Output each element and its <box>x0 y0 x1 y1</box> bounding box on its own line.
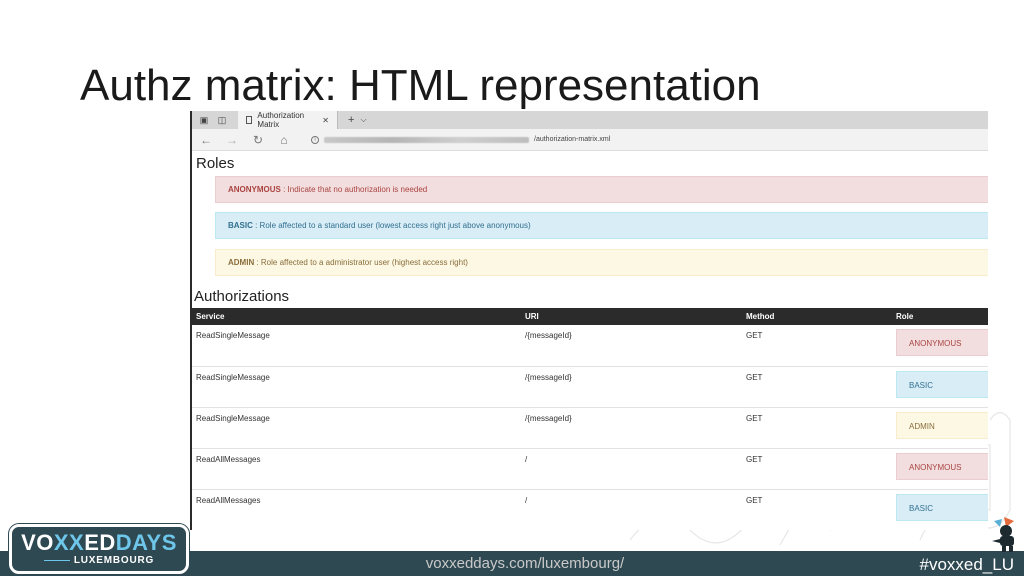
role-badge: ANONYMOUS <box>896 452 988 480</box>
role-badge: ANONYMOUS <box>896 329 988 356</box>
cell-role: BASIC <box>892 489 988 530</box>
table-row: ReadAllMessages / GET ANONYMOUS <box>192 448 988 490</box>
role-badge: BASIC <box>896 370 988 398</box>
column-header-service: Service <box>196 312 225 321</box>
cell-method: GET <box>742 366 892 408</box>
logo-subline: LUXEMBOURG <box>43 555 155 566</box>
browser-tab-bar: ▣ ◫ Authorization Matrix ✕ + ⌵ <box>192 111 988 129</box>
role-name: BASIC <box>228 221 253 230</box>
voxxed-days-logo: VOXXEDDAYS LUXEMBOURG <box>9 524 189 574</box>
cell-method: GET <box>742 489 892 530</box>
mascot-icon <box>992 517 1014 552</box>
table-row: ReadSingleMessage /{messageId} GET ADMIN <box>192 407 988 449</box>
cell-role: BASIC <box>892 366 988 408</box>
table-row: ReadSingleMessage /{messageId} GET BASIC <box>192 366 988 408</box>
table-header-row: Service URI Method Role <box>192 308 988 325</box>
url-path: /authorization-matrix.xml <box>534 136 611 143</box>
role-badge: ADMIN <box>896 411 988 439</box>
column-header-method: Method <box>746 312 775 321</box>
cell-role: ANONYMOUS <box>892 325 988 367</box>
tab-dropdown-icon[interactable]: ⌵ <box>360 115 366 125</box>
page-icon <box>246 116 253 124</box>
forward-arrow-icon[interactable]: → <box>225 133 239 147</box>
role-box-anonymous: ANONYMOUS : Indicate that no authorizati… <box>215 176 988 203</box>
cell-method: GET <box>742 407 892 449</box>
tab-set-aside-icon[interactable]: ◫ <box>216 115 228 125</box>
cell-uri: /{messageId} <box>521 325 742 367</box>
tab-preview-icon[interactable]: ▣ <box>198 115 210 125</box>
logo-wordmark: VOXXEDDAYS <box>21 532 177 554</box>
logo-part-accent: XX <box>53 530 85 555</box>
url-blurred-segment <box>324 136 529 143</box>
cell-service: ReadSingleMessage <box>192 407 521 449</box>
role-description: : Indicate that no authorization is need… <box>280 185 428 194</box>
cell-method: GET <box>742 325 892 367</box>
tab-close-icon[interactable]: ✕ <box>322 116 329 125</box>
refresh-icon[interactable]: ↻ <box>251 133 265 147</box>
url-field[interactable]: i /authorization-matrix.xml <box>311 132 988 148</box>
slide-title: Authz matrix: HTML representation <box>80 61 761 110</box>
logo-rule <box>43 560 70 561</box>
address-bar: ← → ↻ ⌂ i /authorization-matrix.xml <box>192 129 988 151</box>
table-row: ReadAllMessages / GET BASIC <box>192 489 988 530</box>
cell-service: ReadAllMessages <box>192 448 521 490</box>
logo-subtitle: LUXEMBOURG <box>73 555 155 566</box>
role-description: : Role affected to a standard user (lowe… <box>252 221 531 230</box>
tab-title: Authorization Matrix <box>257 111 305 129</box>
table-row: ReadSingleMessage /{messageId} GET ANONY… <box>192 325 988 367</box>
logo-part: VO <box>21 530 54 555</box>
role-description: : Role affected to a administrator user … <box>254 258 468 267</box>
role-box-admin: ADMIN : Role affected to a administrator… <box>215 249 988 276</box>
cell-uri: /{messageId} <box>521 407 742 449</box>
cell-method: GET <box>742 448 892 490</box>
role-name: ANONYMOUS <box>228 185 281 194</box>
column-header-role: Role <box>896 312 914 321</box>
logo-part: ED <box>84 530 116 555</box>
roles-heading: Roles <box>196 155 235 172</box>
authorizations-table: Service URI Method Role ReadSingleMessag… <box>192 308 988 530</box>
cell-service: ReadSingleMessage <box>192 325 521 367</box>
footer-hashtag: #voxxed_LU <box>919 555 1014 574</box>
cell-uri: /{messageId} <box>521 366 742 408</box>
cell-service: ReadSingleMessage <box>192 366 521 408</box>
cell-uri: / <box>521 448 742 490</box>
authorizations-heading: Authorizations <box>194 288 290 305</box>
info-icon: i <box>311 135 319 144</box>
role-badge: BASIC <box>896 493 988 521</box>
cell-role: ADMIN <box>892 407 988 449</box>
cell-uri: / <box>521 489 742 530</box>
role-name: ADMIN <box>228 258 255 267</box>
home-icon[interactable]: ⌂ <box>277 133 291 147</box>
cell-role: ANONYMOUS <box>892 448 988 490</box>
new-tab-icon[interactable]: + <box>348 114 354 126</box>
role-box-basic: BASIC : Role affected to a standard user… <box>215 212 988 239</box>
logo-part-accent: DAYS <box>115 530 177 555</box>
browser-screenshot: ▣ ◫ Authorization Matrix ✕ + ⌵ ← → ↻ ⌂ i… <box>190 111 988 530</box>
cell-service: ReadAllMessages <box>192 489 521 530</box>
back-arrow-icon[interactable]: ← <box>199 133 213 147</box>
tab-authorization-matrix[interactable]: Authorization Matrix ✕ <box>238 111 338 129</box>
column-header-uri: URI <box>525 312 539 321</box>
